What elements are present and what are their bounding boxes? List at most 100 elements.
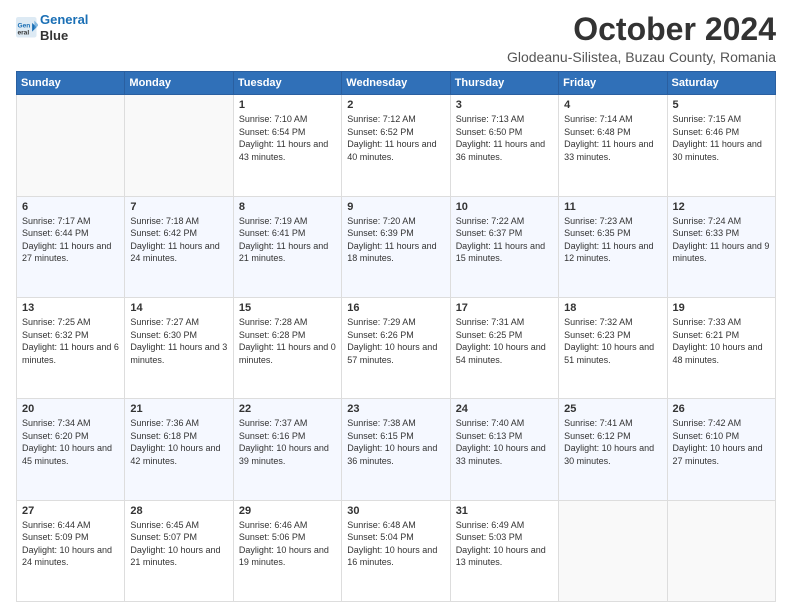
day-detail: Sunrise: 7:12 AM Sunset: 6:52 PM Dayligh… xyxy=(347,113,444,163)
day-number: 28 xyxy=(130,505,227,517)
day-number: 20 xyxy=(22,403,119,415)
calendar-cell: 6 Sunrise: 7:17 AM Sunset: 6:44 PM Daylig… xyxy=(17,196,125,297)
calendar-cell: 31 Sunrise: 6:49 AM Sunset: 5:03 PM Dayli… xyxy=(450,500,558,601)
calendar-cell: 30 Sunrise: 6:48 AM Sunset: 5:04 PM Dayli… xyxy=(342,500,450,601)
calendar-week-3: 20 Sunrise: 7:34 AM Sunset: 6:20 PM Dayli… xyxy=(17,399,776,500)
calendar-cell: 19 Sunrise: 7:33 AM Sunset: 6:21 PM Dayli… xyxy=(667,297,775,398)
calendar-cell: 11Sunrise: 7:23 AM Sunset: 6:35 PM Dayli… xyxy=(559,196,667,297)
day-number: 17 xyxy=(456,302,553,314)
day-detail: Sunrise: 7:37 AM Sunset: 6:16 PM Dayligh… xyxy=(239,417,336,467)
day-number: 30 xyxy=(347,505,444,517)
calendar-cell xyxy=(125,95,233,196)
calendar-week-0: 1 Sunrise: 7:10 AM Sunset: 6:54 PM Daylig… xyxy=(17,95,776,196)
header: Gen eral General Blue October 2024 Glode… xyxy=(16,12,776,65)
day-detail: Sunrise: 7:27 AM Sunset: 6:30 PM Dayligh… xyxy=(130,316,227,366)
day-detail: Sunrise: 6:44 AM Sunset: 5:09 PM Dayligh… xyxy=(22,519,119,569)
location-title: Glodeanu-Silistea, Buzau County, Romania xyxy=(507,49,776,65)
calendar-cell: 7 Sunrise: 7:18 AM Sunset: 6:42 PM Daylig… xyxy=(125,196,233,297)
day-number: 14 xyxy=(130,302,227,314)
calendar-cell xyxy=(17,95,125,196)
day-number: 31 xyxy=(456,505,553,517)
calendar-cell: 14 Sunrise: 7:27 AM Sunset: 6:30 PM Dayli… xyxy=(125,297,233,398)
day-detail: Sunrise: 7:13 AM Sunset: 6:50 PM Dayligh… xyxy=(456,113,553,163)
calendar-cell: 1 Sunrise: 7:10 AM Sunset: 6:54 PM Daylig… xyxy=(233,95,341,196)
day-number: 3 xyxy=(456,99,553,111)
calendar-cell: 22 Sunrise: 7:37 AM Sunset: 6:16 PM Dayli… xyxy=(233,399,341,500)
calendar-cell: 20 Sunrise: 7:34 AM Sunset: 6:20 PM Dayli… xyxy=(17,399,125,500)
svg-text:eral: eral xyxy=(17,29,29,36)
day-number: 23 xyxy=(347,403,444,415)
col-saturday: Saturday xyxy=(667,72,775,95)
day-detail: Sunrise: 6:49 AM Sunset: 5:03 PM Dayligh… xyxy=(456,519,553,569)
day-number: 6 xyxy=(22,201,119,213)
logo: Gen eral General Blue xyxy=(16,12,88,43)
col-wednesday: Wednesday xyxy=(342,72,450,95)
calendar-cell: 8 Sunrise: 7:19 AM Sunset: 6:41 PM Daylig… xyxy=(233,196,341,297)
day-number: 12 xyxy=(673,201,770,213)
calendar-cell: 4 Sunrise: 7:14 AM Sunset: 6:48 PM Daylig… xyxy=(559,95,667,196)
day-detail: Sunrise: 7:10 AM Sunset: 6:54 PM Dayligh… xyxy=(239,113,336,163)
col-sunday: Sunday xyxy=(17,72,125,95)
calendar-cell: 17 Sunrise: 7:31 AM Sunset: 6:25 PM Dayli… xyxy=(450,297,558,398)
day-number: 18 xyxy=(564,302,661,314)
day-number: 29 xyxy=(239,505,336,517)
day-detail: Sunrise: 7:15 AM Sunset: 6:46 PM Dayligh… xyxy=(673,113,770,163)
day-detail: Sunrise: 7:14 AM Sunset: 6:48 PM Dayligh… xyxy=(564,113,661,163)
day-number: 21 xyxy=(130,403,227,415)
calendar-cell: 27 Sunrise: 6:44 AM Sunset: 5:09 PM Dayli… xyxy=(17,500,125,601)
calendar-cell: 16 Sunrise: 7:29 AM Sunset: 6:26 PM Dayli… xyxy=(342,297,450,398)
page: Gen eral General Blue October 2024 Glode… xyxy=(0,0,792,612)
day-number: 25 xyxy=(564,403,661,415)
day-detail: Sunrise: 7:19 AM Sunset: 6:41 PM Dayligh… xyxy=(239,215,336,265)
col-thursday: Thursday xyxy=(450,72,558,95)
calendar-week-1: 6 Sunrise: 7:17 AM Sunset: 6:44 PM Daylig… xyxy=(17,196,776,297)
calendar-cell: 15 Sunrise: 7:28 AM Sunset: 6:28 PM Dayli… xyxy=(233,297,341,398)
day-number: 1 xyxy=(239,99,336,111)
calendar-week-2: 13Sunrise: 7:25 AM Sunset: 6:32 PM Dayli… xyxy=(17,297,776,398)
day-number: 27 xyxy=(22,505,119,517)
calendar-cell: 9Sunrise: 7:20 AM Sunset: 6:39 PM Daylig… xyxy=(342,196,450,297)
day-number: 13 xyxy=(22,302,119,314)
day-detail: Sunrise: 6:48 AM Sunset: 5:04 PM Dayligh… xyxy=(347,519,444,569)
day-number: 4 xyxy=(564,99,661,111)
day-number: 5 xyxy=(673,99,770,111)
day-detail: Sunrise: 7:29 AM Sunset: 6:26 PM Dayligh… xyxy=(347,316,444,366)
calendar-cell xyxy=(559,500,667,601)
day-detail: Sunrise: 7:41 AM Sunset: 6:12 PM Dayligh… xyxy=(564,417,661,467)
day-number: 16 xyxy=(347,302,444,314)
day-detail: Sunrise: 7:38 AM Sunset: 6:15 PM Dayligh… xyxy=(347,417,444,467)
day-detail: Sunrise: 7:18 AM Sunset: 6:42 PM Dayligh… xyxy=(130,215,227,265)
calendar-cell: 10Sunrise: 7:22 AM Sunset: 6:37 PM Dayli… xyxy=(450,196,558,297)
day-detail: Sunrise: 6:45 AM Sunset: 5:07 PM Dayligh… xyxy=(130,519,227,569)
day-detail: Sunrise: 7:22 AM Sunset: 6:37 PM Dayligh… xyxy=(456,215,553,265)
calendar: Sunday Monday Tuesday Wednesday Thursday… xyxy=(16,71,776,602)
day-detail: Sunrise: 7:33 AM Sunset: 6:21 PM Dayligh… xyxy=(673,316,770,366)
col-tuesday: Tuesday xyxy=(233,72,341,95)
col-friday: Friday xyxy=(559,72,667,95)
day-detail: Sunrise: 7:31 AM Sunset: 6:25 PM Dayligh… xyxy=(456,316,553,366)
day-number: 8 xyxy=(239,201,336,213)
calendar-cell: 21Sunrise: 7:36 AM Sunset: 6:18 PM Dayli… xyxy=(125,399,233,500)
calendar-cell: 25 Sunrise: 7:41 AM Sunset: 6:12 PM Dayli… xyxy=(559,399,667,500)
day-number: 7 xyxy=(130,201,227,213)
day-detail: Sunrise: 7:28 AM Sunset: 6:28 PM Dayligh… xyxy=(239,316,336,366)
day-number: 15 xyxy=(239,302,336,314)
day-detail: Sunrise: 7:17 AM Sunset: 6:44 PM Dayligh… xyxy=(22,215,119,265)
day-detail: Sunrise: 7:34 AM Sunset: 6:20 PM Dayligh… xyxy=(22,417,119,467)
calendar-week-4: 27 Sunrise: 6:44 AM Sunset: 5:09 PM Dayli… xyxy=(17,500,776,601)
month-title: October 2024 xyxy=(507,12,776,47)
calendar-cell: 29Sunrise: 6:46 AM Sunset: 5:06 PM Dayli… xyxy=(233,500,341,601)
calendar-cell: 23 Sunrise: 7:38 AM Sunset: 6:15 PM Dayli… xyxy=(342,399,450,500)
day-number: 19 xyxy=(673,302,770,314)
day-detail: Sunrise: 7:24 AM Sunset: 6:33 PM Dayligh… xyxy=(673,215,770,265)
calendar-cell: 24Sunrise: 7:40 AM Sunset: 6:13 PM Dayli… xyxy=(450,399,558,500)
calendar-header-row: Sunday Monday Tuesday Wednesday Thursday… xyxy=(17,72,776,95)
logo-text: General Blue xyxy=(40,12,88,43)
calendar-cell: 2Sunrise: 7:12 AM Sunset: 6:52 PM Daylig… xyxy=(342,95,450,196)
calendar-cell: 5 Sunrise: 7:15 AM Sunset: 6:46 PM Daylig… xyxy=(667,95,775,196)
title-block: October 2024 Glodeanu-Silistea, Buzau Co… xyxy=(507,12,776,65)
calendar-cell xyxy=(667,500,775,601)
day-number: 22 xyxy=(239,403,336,415)
calendar-cell: 26Sunrise: 7:42 AM Sunset: 6:10 PM Dayli… xyxy=(667,399,775,500)
day-detail: Sunrise: 7:23 AM Sunset: 6:35 PM Dayligh… xyxy=(564,215,661,265)
